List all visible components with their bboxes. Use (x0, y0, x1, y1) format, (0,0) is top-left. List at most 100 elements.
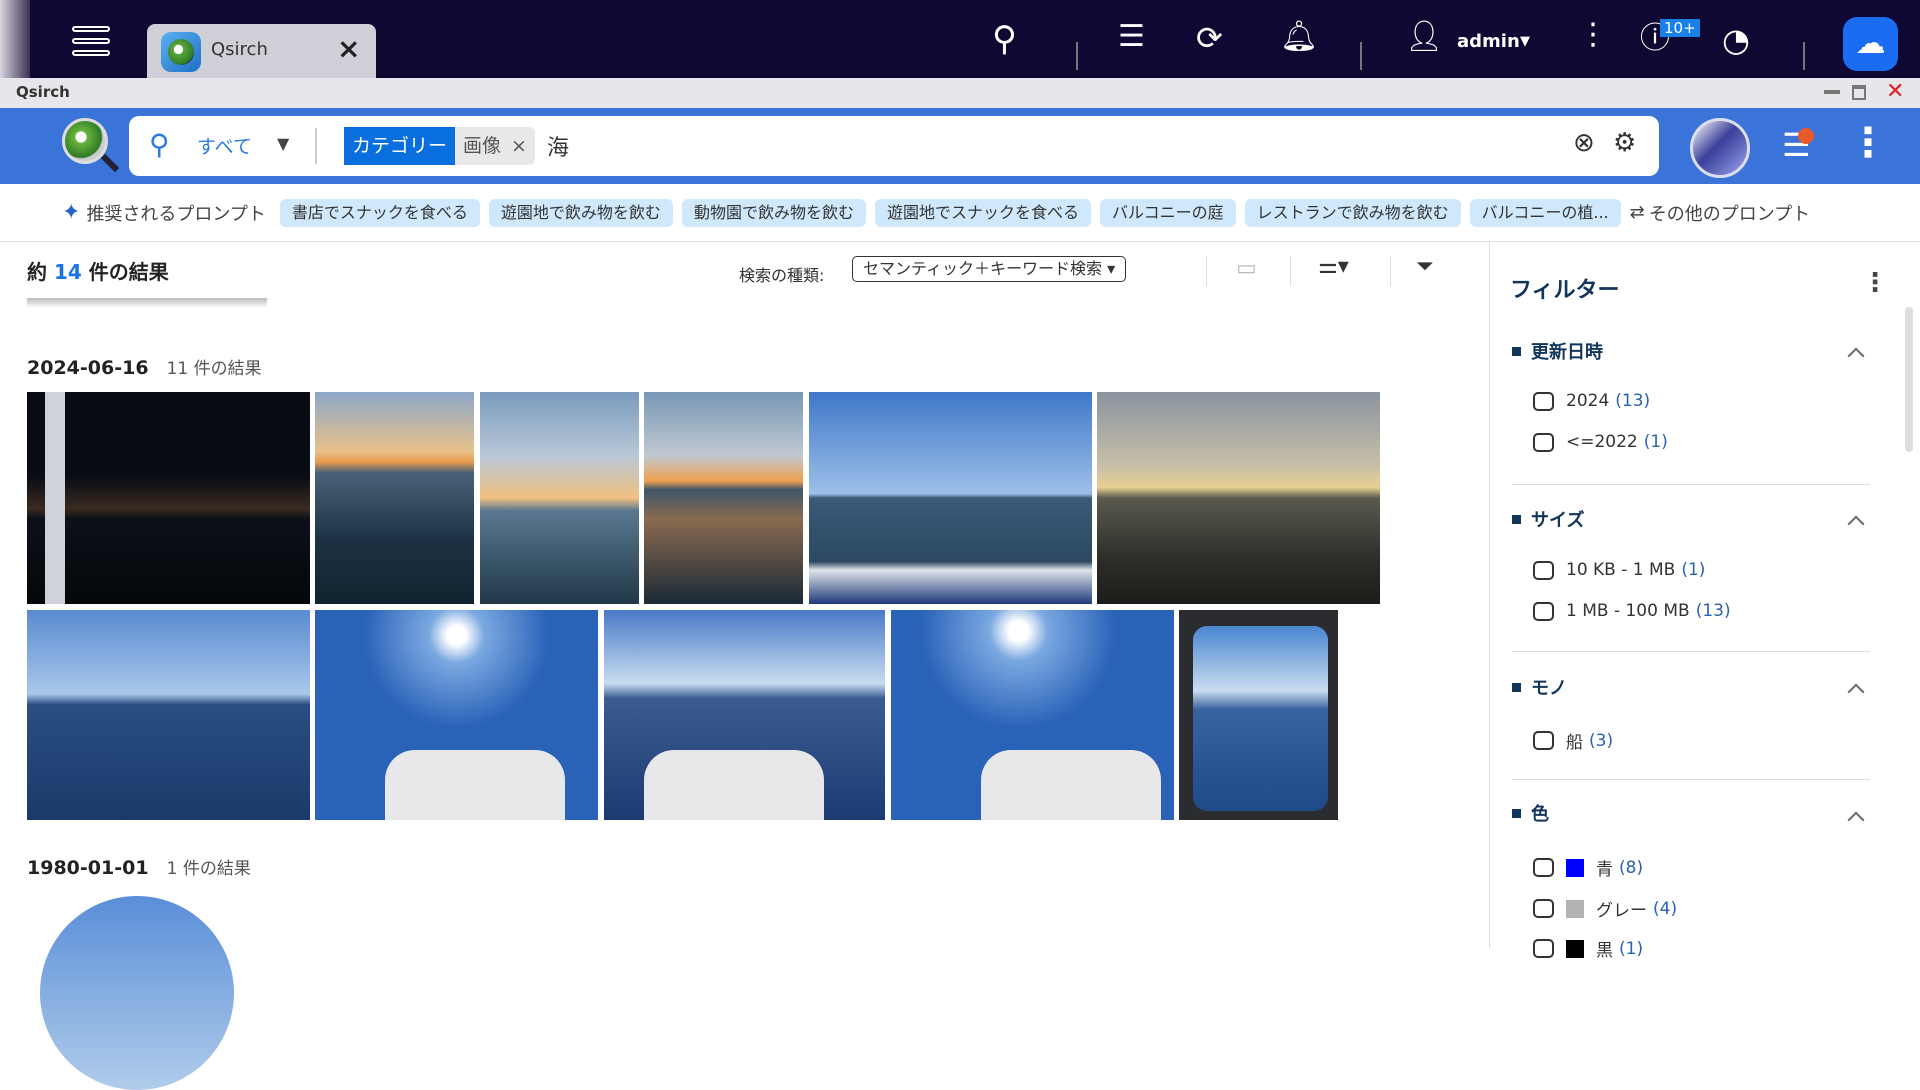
user-dropdown-icon[interactable]: ▼ (1520, 34, 1530, 49)
prompt-chip[interactable]: 遊園地でスナックを食べる (874, 198, 1091, 227)
close-tab-icon[interactable]: × (337, 32, 360, 65)
photo-thumbnail[interactable] (1179, 610, 1338, 820)
option-label: 2024 (1566, 391, 1610, 411)
search-type-value: セマンティック＋キーワード検索 (863, 259, 1103, 278)
tasks-badge (1798, 128, 1814, 144)
notification-badge: 10+ (1660, 19, 1700, 37)
app-tab-qsirch[interactable]: Qsirch × (147, 24, 376, 78)
background-tasks-icon[interactable]: ☰ (1118, 22, 1145, 52)
photo-thumbnail[interactable] (315, 610, 598, 820)
photo-thumbnail[interactable] (27, 610, 310, 820)
view-options-icon[interactable]: ⚌▾ (1318, 254, 1349, 279)
more-prompts-link[interactable]: その他のプロンプト (1649, 200, 1810, 226)
photo-thumbnail[interactable] (809, 392, 1092, 604)
filter-option[interactable]: 10 KB - 1 MB (1) (1533, 560, 1705, 580)
search-scope-select[interactable]: すべて (197, 132, 252, 159)
window-title: Qsirch (16, 83, 70, 101)
user-icon[interactable]: 👤︎ (1405, 22, 1443, 52)
collapse-icon[interactable] (1847, 811, 1865, 829)
logo-handle (100, 153, 120, 173)
search-input[interactable]: 海 (547, 130, 569, 162)
divider (1206, 256, 1207, 286)
divider (1512, 484, 1870, 485)
checkbox[interactable] (1533, 560, 1554, 580)
checkbox[interactable] (1533, 858, 1554, 877)
collapse-icon[interactable] (1847, 683, 1865, 701)
more-prompts-icon[interactable]: ⇄ (1630, 202, 1645, 223)
filter-toggle-icon[interactable]: ⏷ (1416, 254, 1434, 279)
collapse-icon[interactable] (1847, 347, 1865, 365)
photo-thumbnail[interactable] (644, 392, 803, 604)
checkbox[interactable] (1533, 601, 1554, 621)
maximize-icon[interactable] (1852, 85, 1866, 100)
checkbox[interactable] (1533, 432, 1554, 452)
main-menu-button[interactable] (72, 26, 110, 60)
notification-bell-icon[interactable]: 🔔︎ (1280, 22, 1318, 52)
filter-section-header[interactable]: モノ (1512, 674, 1567, 700)
option-count: (13) (1695, 601, 1731, 621)
filter-option[interactable]: 2024 (13) (1533, 391, 1650, 411)
search-icon[interactable]: ⚲ (992, 22, 1017, 56)
prompt-chip[interactable]: 遊園地で飲み物を飲む (488, 198, 673, 227)
photo-thumbnail[interactable] (27, 392, 310, 604)
divider (1803, 42, 1805, 70)
option-count: (13) (1615, 391, 1651, 411)
filter-option[interactable]: <=2022 (1) (1533, 432, 1668, 452)
resource-monitor-icon[interactable]: ◔ (1722, 24, 1750, 56)
photo-thumbnail[interactable] (891, 610, 1174, 820)
minimize-icon[interactable] (1824, 90, 1840, 94)
section-title: モノ (1531, 678, 1567, 699)
close-window-icon[interactable]: ✕ (1886, 79, 1904, 104)
more-menu-icon[interactable]: ⋮ (1848, 120, 1888, 166)
scope-dropdown-icon[interactable]: ▼ (277, 134, 289, 153)
cloud-icon[interactable]: ☁ (1843, 17, 1898, 71)
photo-thumbnail[interactable] (604, 610, 885, 820)
prompt-chip[interactable]: 書店でスナックを食べる (279, 198, 480, 227)
photo-thumbnail[interactable] (40, 896, 234, 1090)
search-type-label: 検索の種類: (739, 266, 825, 285)
group-date: 2024-06-16 (27, 357, 149, 379)
section-title: 更新日時 (1531, 342, 1603, 363)
scrollbar[interactable] (1905, 307, 1913, 452)
prompt-chip[interactable]: バルコニーの植... (1469, 198, 1621, 227)
filter-option[interactable]: 黒 (1) (1533, 936, 1643, 961)
filter-option[interactable]: 青 (8) (1533, 855, 1643, 880)
prompt-chip[interactable]: レストランで飲み物を飲む (1244, 198, 1461, 227)
divider (1512, 779, 1870, 780)
user-menu[interactable]: admin (1457, 31, 1520, 52)
photo-thumbnail[interactable] (315, 392, 474, 604)
divider (315, 128, 317, 164)
remove-chip-icon[interactable]: × (511, 127, 527, 165)
search-type-select[interactable]: セマンティック＋キーワード検索 ▾ (852, 256, 1127, 282)
filter-section-header[interactable]: 更新日時 (1512, 338, 1603, 364)
prompt-chip[interactable]: 動物園で飲み物を飲む (681, 198, 866, 227)
filter-chip-value: 画像 × (455, 127, 535, 165)
results-pane: 約 14 件の結果 検索の種類: セマンティック＋キーワード検索 ▾ ▭ ⚌▾ … (0, 242, 1489, 1090)
ai-assistant-button[interactable] (1690, 118, 1750, 178)
filter-more-icon[interactable]: ⋮ (1862, 268, 1888, 298)
checkbox[interactable] (1533, 899, 1554, 918)
search-icon: ⚲ (149, 128, 170, 161)
filter-section-header[interactable]: 色 (1512, 800, 1549, 826)
filter-option[interactable]: グレー (4) (1533, 896, 1677, 921)
filter-option[interactable]: 船 (3) (1533, 728, 1613, 753)
search-settings-icon[interactable]: ⚙ (1613, 128, 1636, 158)
search-bar[interactable]: ⚲ すべて ▼ カテゴリー 画像 × 海 ⊗ ⚙ (129, 116, 1659, 176)
divider (1290, 256, 1291, 286)
checkbox[interactable] (1533, 939, 1554, 958)
photo-thumbnail[interactable] (480, 392, 639, 604)
collapse-icon[interactable] (1847, 515, 1865, 533)
divider (1360, 42, 1362, 70)
group-header: 2024-06-16 11 件の結果 (27, 354, 262, 379)
prompt-chip[interactable]: バルコニーの庭 (1099, 198, 1236, 227)
sync-icon[interactable]: ⟳ (1196, 22, 1223, 54)
sparkle-icon: ✦ (62, 200, 81, 225)
photo-thumbnail[interactable] (1097, 392, 1380, 604)
clear-search-icon[interactable]: ⊗ (1573, 128, 1595, 158)
checkbox[interactable] (1533, 731, 1554, 750)
filter-section-header[interactable]: サイズ (1512, 506, 1584, 532)
checkbox[interactable] (1533, 391, 1554, 411)
more-options-icon[interactable]: ⋮ (1578, 20, 1608, 50)
filter-option[interactable]: 1 MB - 100 MB (13) (1533, 601, 1731, 621)
archive-icon[interactable]: ▭ (1236, 256, 1257, 281)
